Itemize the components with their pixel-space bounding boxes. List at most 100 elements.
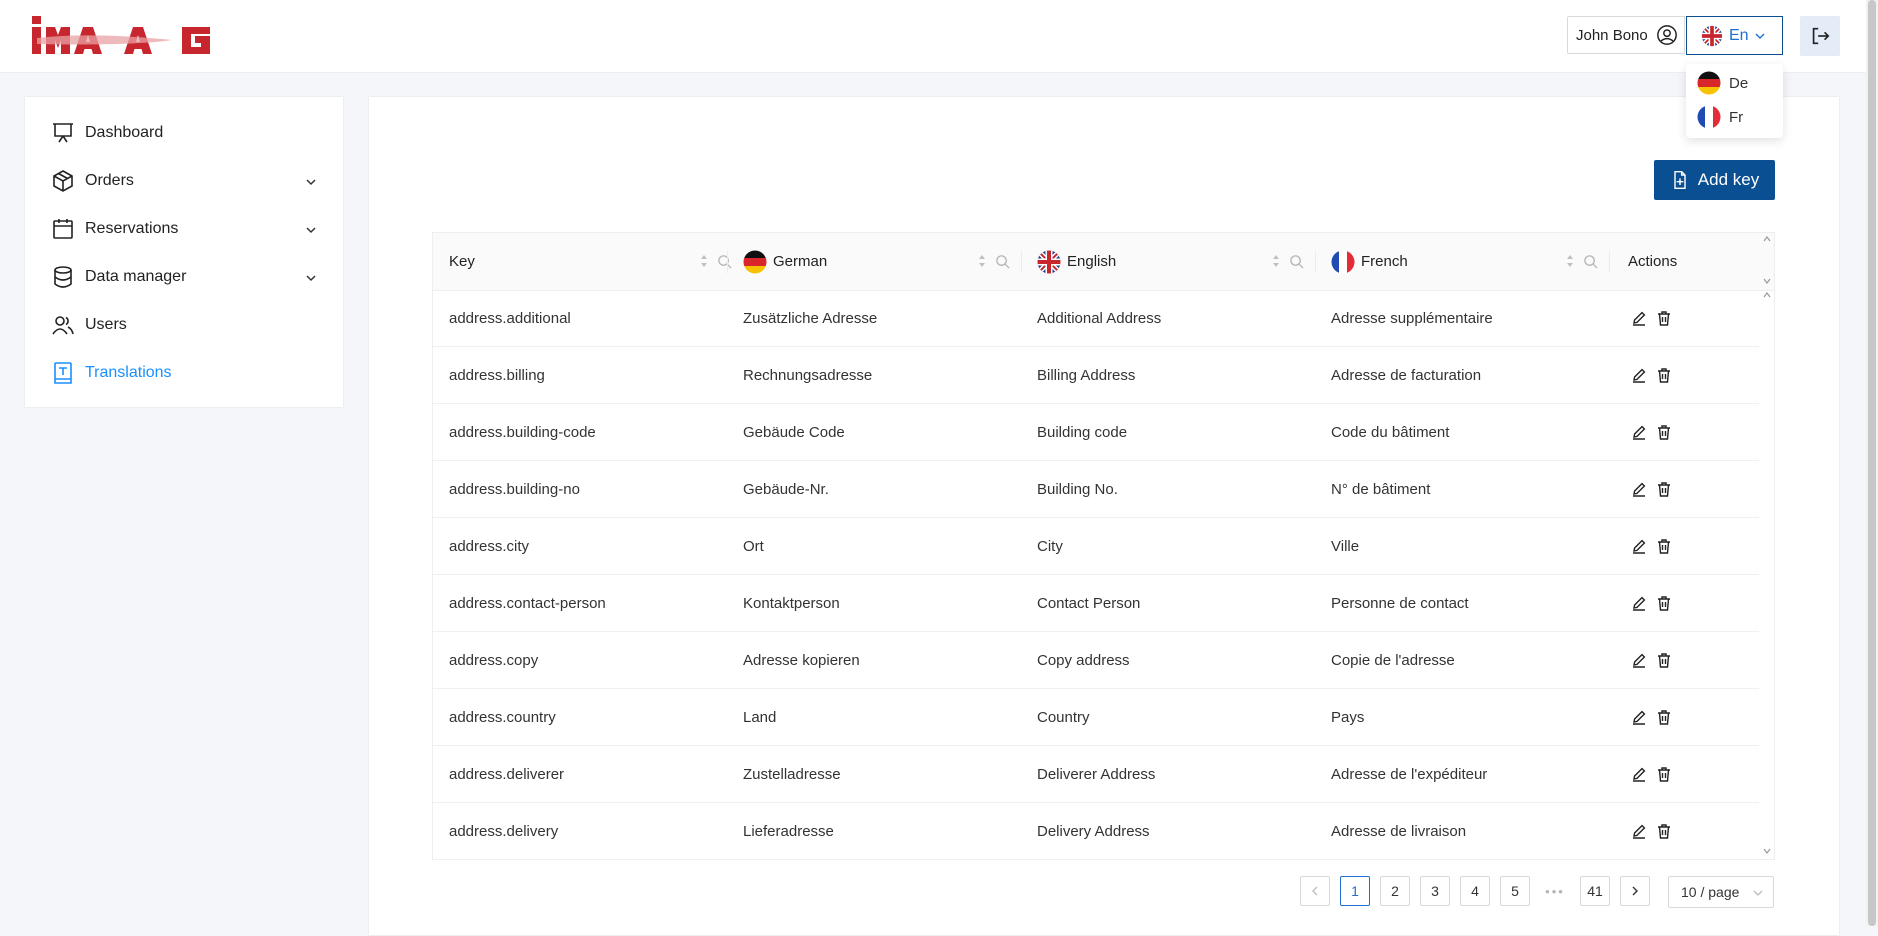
user-menu[interactable]: John Bono (1567, 16, 1685, 54)
edit-icon[interactable] (1631, 481, 1647, 497)
page-size-select[interactable]: 10 / page (1668, 876, 1774, 908)
previous-page-button[interactable] (1300, 876, 1330, 906)
sidebar-item-translations[interactable]: Translations (51, 358, 321, 388)
cell-english: Copy address (1037, 651, 1130, 669)
sidebar-item-label: Reservations (85, 220, 179, 237)
search-icon[interactable] (1289, 254, 1304, 269)
cell-english: Country (1037, 708, 1090, 726)
scrollbar-thumb[interactable] (1868, 0, 1876, 926)
language-option-fr[interactable]: Fr (1686, 100, 1783, 134)
scroll-up-icon[interactable] (1763, 235, 1771, 243)
trash-icon[interactable] (1656, 310, 1672, 326)
cell-english: Delivery Address (1037, 822, 1150, 840)
trash-icon[interactable] (1656, 595, 1672, 611)
company-logo[interactable] (32, 14, 218, 56)
sort-icon[interactable] (1565, 253, 1575, 269)
trash-icon[interactable] (1656, 424, 1672, 440)
sort-icon[interactable] (977, 253, 987, 269)
cell-key: address.delivery (449, 822, 559, 840)
language-option-de[interactable]: De (1686, 66, 1783, 100)
trash-icon[interactable] (1656, 766, 1672, 782)
table-row: address.additional Zusätzliche Adresse A… (433, 290, 1759, 347)
search-icon[interactable] (995, 254, 1010, 269)
page-button-5[interactable]: 5 (1500, 876, 1530, 906)
column-label: Key (449, 253, 475, 270)
column-header-key[interactable]: Key (449, 233, 732, 290)
trash-icon[interactable] (1656, 823, 1672, 839)
trash-icon[interactable] (1656, 652, 1672, 668)
trash-icon[interactable] (1656, 481, 1672, 497)
page-button-3[interactable]: 3 (1420, 876, 1450, 906)
cell-key: address.building-code (449, 423, 596, 441)
edit-icon[interactable] (1631, 652, 1647, 668)
cell-german: Zusätzliche Adresse (743, 309, 878, 327)
column-divider (1021, 251, 1022, 273)
search-icon[interactable] (1583, 254, 1598, 269)
sidebar-item-dashboard[interactable]: Dashboard (51, 118, 321, 148)
language-selector[interactable]: En (1686, 16, 1783, 55)
page-scrollbar[interactable] (1866, 0, 1878, 926)
scroll-down-icon[interactable] (1763, 847, 1771, 855)
trash-icon[interactable] (1656, 538, 1672, 554)
pagination-ellipsis[interactable]: ••• (1540, 876, 1570, 906)
cell-key: address.contact-person (449, 594, 606, 612)
sort-icon[interactable] (699, 253, 709, 269)
users-icon (52, 316, 74, 335)
cell-french: Personne de contact (1331, 594, 1469, 612)
next-page-button[interactable] (1620, 876, 1650, 906)
cell-key: address.deliverer (449, 765, 565, 783)
column-label: Actions (1628, 253, 1678, 270)
sidebar-item-data-manager[interactable]: Data manager (51, 262, 321, 292)
edit-icon[interactable] (1631, 310, 1647, 326)
trash-icon[interactable] (1656, 709, 1672, 725)
table-row: address.deliverer Zustelladresse Deliver… (433, 746, 1759, 803)
logout-button[interactable] (1800, 16, 1840, 56)
sort-icon[interactable] (1271, 253, 1281, 269)
table-row: address.delivery Lieferadresse Delivery … (433, 803, 1759, 860)
page-button-4[interactable]: 4 (1460, 876, 1490, 906)
cell-french: Code du bâtiment (1331, 423, 1450, 441)
cell-french: Pays (1331, 708, 1365, 726)
column-divider (1609, 251, 1610, 273)
scroll-up-icon[interactable] (1763, 291, 1771, 299)
cell-french: Adresse de facturation (1331, 366, 1482, 384)
calendar-icon (53, 219, 73, 239)
column-header-german[interactable]: German (743, 233, 1023, 290)
trash-icon[interactable] (1656, 367, 1672, 383)
column-header-english[interactable]: English (1037, 233, 1317, 290)
page-button-1[interactable]: 1 (1340, 876, 1370, 906)
edit-icon[interactable] (1631, 595, 1647, 611)
chevron-down-icon (1755, 33, 1765, 39)
table-row: address.billing Rechnungsadresse Billing… (433, 347, 1759, 404)
add-key-button[interactable]: Add key (1654, 160, 1775, 200)
cell-german: Rechnungsadresse (743, 366, 873, 384)
sidebar-item-orders[interactable]: Orders (51, 166, 321, 196)
cell-english: Billing Address (1037, 366, 1136, 384)
german-flag-icon (1697, 71, 1721, 95)
edit-icon[interactable] (1631, 424, 1647, 440)
uk-flag-icon (1701, 25, 1723, 46)
sidebar-item-users[interactable]: Users (51, 310, 321, 340)
edit-icon[interactable] (1631, 766, 1647, 782)
column-header-french[interactable]: French (1331, 233, 1611, 290)
edit-icon[interactable] (1631, 709, 1647, 725)
page-button-last[interactable]: 41 (1580, 876, 1610, 906)
language-option-label: Fr (1729, 108, 1744, 126)
current-language: En (1729, 26, 1749, 44)
edit-icon[interactable] (1631, 367, 1647, 383)
package-icon (53, 170, 73, 192)
cell-english: Contact Person (1037, 594, 1141, 612)
edit-icon[interactable] (1631, 823, 1647, 839)
cell-french: Adresse supplémentaire (1331, 309, 1493, 327)
column-divider (1315, 251, 1316, 273)
logout-icon (1812, 27, 1830, 45)
table-scrollbar[interactable] (1760, 233, 1774, 859)
edit-icon[interactable] (1631, 538, 1647, 554)
search-icon[interactable] (717, 254, 732, 269)
scroll-down-icon[interactable] (1763, 277, 1771, 285)
sidebar-item-label: Orders (85, 172, 134, 189)
sidebar-item-reservations[interactable]: Reservations (51, 214, 321, 244)
chevron-down-icon (306, 275, 316, 282)
chevron-right-icon (1632, 886, 1638, 896)
page-button-2[interactable]: 2 (1380, 876, 1410, 906)
